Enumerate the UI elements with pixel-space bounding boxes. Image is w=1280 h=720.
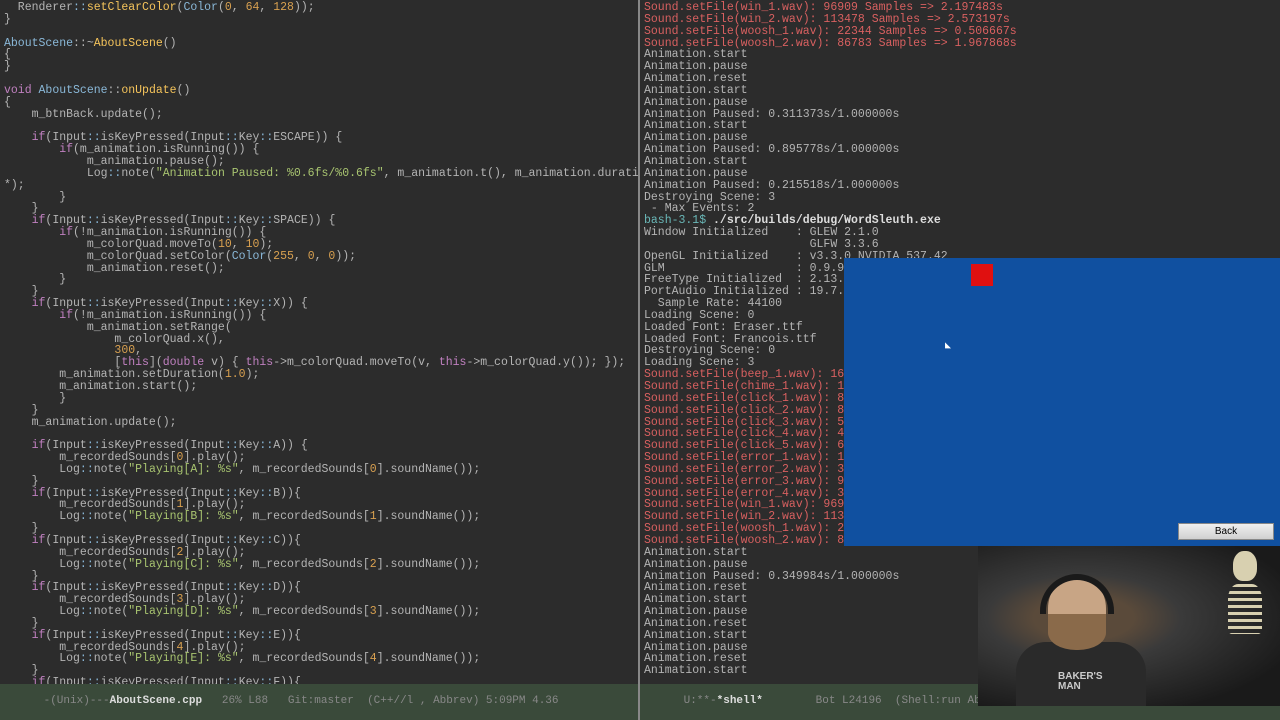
left-modeline: -(Unix)---AboutScene.cpp 26% L88 Git:mas… xyxy=(0,684,638,720)
modeline-info: 26% L88 Git:master (C++//l , Abbrev) 5:0… xyxy=(202,695,558,707)
modeline-buffer: *shell* xyxy=(717,695,763,707)
webcam-overlay: BAKER'SMAN xyxy=(978,546,1280,706)
modeline-info: Bot L24196 (Shell:run Abbrev) xyxy=(763,695,1014,707)
skeleton-prop xyxy=(1220,551,1270,651)
modeline-filename: AboutScene.cpp xyxy=(110,695,202,707)
modeline-prefix: U:**- xyxy=(684,695,717,707)
color-quad-sprite xyxy=(971,264,993,286)
code-editor-pane[interactable]: Renderer::setClearColor(Color(0, 64, 128… xyxy=(0,0,638,720)
shirt-text-2: MAN xyxy=(1058,681,1081,692)
code-content[interactable]: Renderer::setClearColor(Color(0, 64, 128… xyxy=(0,0,638,691)
streamer-person: BAKER'SMAN xyxy=(998,566,1168,706)
modeline-prefix: -(Unix)--- xyxy=(44,695,110,707)
back-button[interactable]: Back xyxy=(1178,523,1274,540)
mouse-cursor-icon: ◣ xyxy=(945,342,951,352)
game-window[interactable]: Back xyxy=(844,258,1280,546)
